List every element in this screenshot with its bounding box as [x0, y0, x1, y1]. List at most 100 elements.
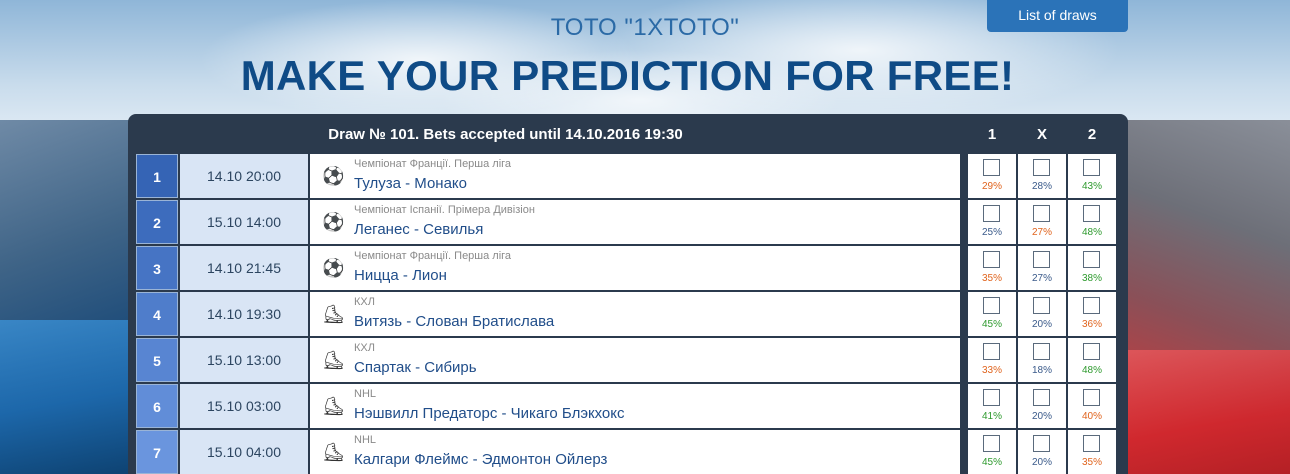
outcome-x-percentage: 28%: [1031, 181, 1052, 192]
outcome-x-percentage: 27%: [1031, 227, 1052, 238]
outcome-1-cell: 35%: [968, 246, 1016, 290]
outcome-1-cell: 33%: [968, 338, 1016, 382]
row-number: 3: [136, 246, 178, 290]
outcome-x-cell: 20%: [1018, 292, 1066, 336]
page-title: MAKE YOUR PREDICTION FOR FREE!: [240, 52, 1015, 99]
outcome-2-cell: 35%: [1068, 430, 1116, 474]
soccer-ball-icon: ⚽: [322, 166, 345, 186]
draw-info: Draw № 101. Bets accepted until 14.10.20…: [328, 126, 683, 143]
draw-panel: Draw № 101. Bets accepted until 14.10.20…: [128, 114, 1128, 474]
draw-header: Draw № 101. Bets accepted until 14.10.20…: [128, 114, 1128, 154]
match-teams: Леганес - Севилья: [354, 221, 484, 238]
row-number: 6: [136, 384, 178, 428]
outcome-1-checkbox[interactable]: [983, 343, 1000, 360]
match-time: 14.10 19:30: [180, 292, 308, 336]
outcome-2-checkbox[interactable]: [1083, 389, 1100, 406]
soccer-ball-icon: ⚽: [322, 258, 345, 278]
outcome-2-checkbox[interactable]: [1083, 297, 1100, 314]
outcome-x-checkbox[interactable]: [1033, 159, 1050, 176]
outcome-1-checkbox[interactable]: [983, 251, 1000, 268]
list-of-draws-button[interactable]: List of draws: [987, 0, 1128, 32]
row-number: 1: [136, 154, 178, 198]
league-name: NHL: [354, 434, 377, 446]
table-row: 2 15.10 14:00 ⚽ Чемпіонат Іспанії. Прімера …: [136, 200, 1120, 244]
stadium-background-right: [1100, 120, 1290, 474]
outcome-2-percentage: 48%: [1081, 365, 1102, 376]
outcome-2-percentage: 40%: [1081, 411, 1102, 422]
league-name: Чемпіонат Іспанії. Прімера Дивізіон: [354, 204, 535, 216]
outcome-1-checkbox[interactable]: [983, 389, 1000, 406]
match-teams: Ницца - Лион: [354, 267, 447, 284]
hockey-skate-icon: ⛸: [322, 396, 345, 416]
outcome-1-checkbox[interactable]: [983, 205, 1000, 222]
table-row: 1 14.10 20:00 ⚽ Чемпіонат Франції. Перша лі…: [136, 154, 1120, 198]
outcome-1-percentage: 41%: [981, 411, 1002, 422]
outcome-2-checkbox[interactable]: [1083, 159, 1100, 176]
match-time: 15.10 03:00: [180, 384, 308, 428]
match-teams: Тулуза - Монако: [354, 175, 467, 192]
outcome-x-percentage: 20%: [1031, 411, 1052, 422]
match-event: ⛸ КХЛ Витязь - Слован Братислава: [310, 292, 960, 336]
table-row: 3 14.10 21:45 ⚽ Чемпіонат Франції. Перша лі…: [136, 246, 1120, 290]
table-row: 6 15.10 03:00 ⛸ NHL Нэшвилл Предаторс - Чика…: [136, 384, 1120, 428]
row-number: 2: [136, 200, 178, 244]
outcome-2-cell: 36%: [1068, 292, 1116, 336]
outcome-1-cell: 45%: [968, 292, 1016, 336]
column-2-header: 2: [1087, 126, 1097, 143]
outcome-2-cell: 40%: [1068, 384, 1116, 428]
row-number: 7: [136, 430, 178, 474]
outcome-1-percentage: 45%: [981, 319, 1002, 330]
outcome-2-checkbox[interactable]: [1083, 343, 1100, 360]
outcome-x-checkbox[interactable]: [1033, 389, 1050, 406]
match-time: 15.10 04:00: [180, 430, 308, 474]
match-teams: Нэшвилл Предаторс - Чикаго Блэкхокс: [354, 405, 625, 422]
match-time: 15.10 13:00: [180, 338, 308, 382]
outcome-x-checkbox[interactable]: [1033, 251, 1050, 268]
outcome-1-checkbox[interactable]: [983, 297, 1000, 314]
league-name: Чемпіонат Франції. Перша ліга: [354, 158, 512, 170]
outcome-x-cell: 20%: [1018, 430, 1066, 474]
outcome-1-percentage: 35%: [981, 273, 1002, 284]
outcome-2-checkbox[interactable]: [1083, 205, 1100, 222]
row-number: 4: [136, 292, 178, 336]
match-teams: Калгари Флеймс - Эдмонтон Ойлерз: [354, 451, 608, 468]
outcome-1-cell: 45%: [968, 430, 1016, 474]
outcome-1-checkbox[interactable]: [983, 159, 1000, 176]
table-row: 5 15.10 13:00 ⛸ КХЛ Спартак - Сибирь 33% 18% 48…: [136, 338, 1120, 382]
match-event: ⛸ КХЛ Спартак - Сибирь: [310, 338, 960, 382]
outcome-2-percentage: 38%: [1081, 273, 1102, 284]
outcome-x-checkbox[interactable]: [1033, 297, 1050, 314]
match-event: ⛸ NHL Нэшвилл Предаторс - Чикаго Блэкхокс: [310, 384, 960, 428]
outcome-2-percentage: 35%: [1081, 457, 1102, 468]
table-row: 7 15.10 04:00 ⛸ NHL Калгари Флеймс - Эдмонто…: [136, 430, 1120, 474]
match-event: ⚽ Чемпіонат Франції. Перша ліга Ницца - Ли…: [310, 246, 960, 290]
outcome-x-cell: 18%: [1018, 338, 1066, 382]
hockey-skate-icon: ⛸: [322, 304, 345, 324]
outcome-x-percentage: 20%: [1031, 457, 1052, 468]
outcome-x-checkbox[interactable]: [1033, 435, 1050, 452]
outcome-1-cell: 41%: [968, 384, 1016, 428]
outcome-x-percentage: 18%: [1031, 365, 1052, 376]
outcome-x-percentage: 27%: [1031, 273, 1052, 284]
outcome-x-checkbox[interactable]: [1033, 343, 1050, 360]
match-time: 15.10 14:00: [180, 200, 308, 244]
outcome-1-cell: 25%: [968, 200, 1016, 244]
outcome-x-cell: 27%: [1018, 200, 1066, 244]
outcome-1-checkbox[interactable]: [983, 435, 1000, 452]
column-1-header: 1: [987, 126, 997, 143]
outcome-1-percentage: 29%: [981, 181, 1002, 192]
outcome-2-percentage: 43%: [1081, 181, 1102, 192]
league-name: КХЛ: [354, 342, 375, 354]
outcome-2-checkbox[interactable]: [1083, 435, 1100, 452]
outcome-2-checkbox[interactable]: [1083, 251, 1100, 268]
outcome-x-cell: 27%: [1018, 246, 1066, 290]
soccer-ball-icon: ⚽: [322, 212, 345, 232]
outcome-2-percentage: 48%: [1081, 227, 1102, 238]
league-name: Чемпіонат Франції. Перша ліга: [354, 250, 512, 262]
outcome-1-percentage: 33%: [981, 365, 1002, 376]
outcome-1-cell: 29%: [968, 154, 1016, 198]
row-number: 5: [136, 338, 178, 382]
match-teams: Спартак - Сибирь: [354, 359, 477, 376]
outcome-x-checkbox[interactable]: [1033, 205, 1050, 222]
outcome-2-percentage: 36%: [1081, 319, 1102, 330]
